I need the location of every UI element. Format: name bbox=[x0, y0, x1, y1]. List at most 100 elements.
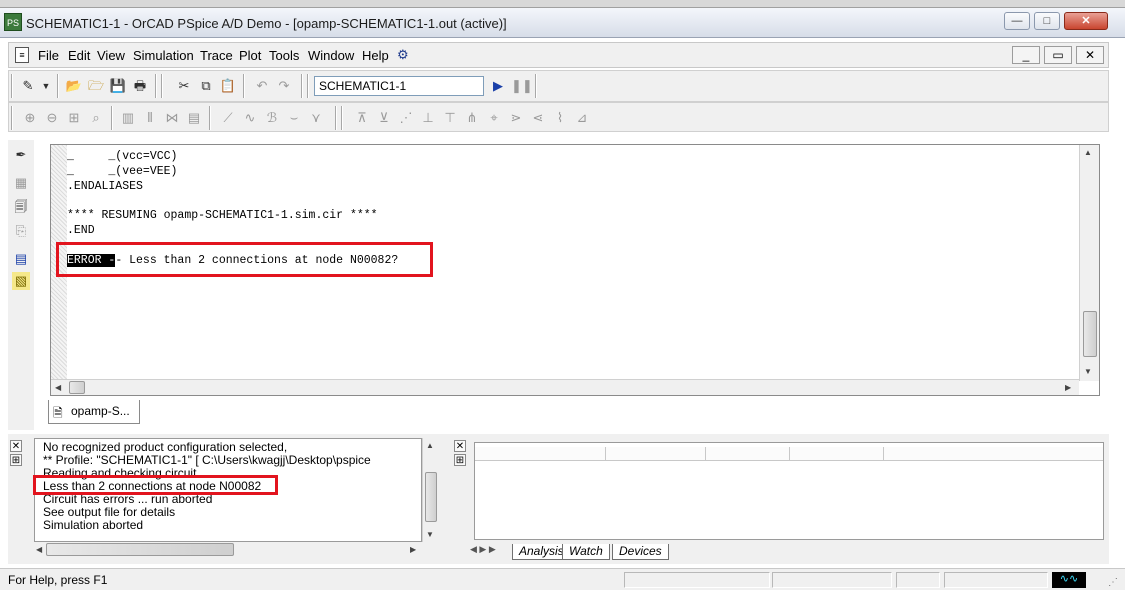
add-text-label-icon[interactable]: ℬ bbox=[263, 109, 281, 127]
maximize-button[interactable]: □ bbox=[1034, 12, 1060, 30]
menu-edit[interactable]: Edit bbox=[68, 48, 90, 63]
cursor-trough-icon[interactable]: ⊻ bbox=[375, 109, 393, 127]
grid-column-divider[interactable] bbox=[883, 447, 884, 461]
log-y-axis-icon[interactable]: ▤ bbox=[185, 109, 203, 127]
document-icon: 🗎 bbox=[53, 406, 63, 420]
error-highlight-box bbox=[33, 475, 278, 495]
performance-analysis-icon[interactable]: ⋈ bbox=[163, 109, 181, 127]
menu-window[interactable]: Window bbox=[308, 48, 354, 63]
tab-scroll-arrows[interactable]: ◀ ▶ ▶ bbox=[470, 544, 510, 560]
horizontal-scroll-thumb[interactable] bbox=[46, 543, 234, 556]
output-vertical-scrollbar[interactable]: ▲ ▼ bbox=[1079, 145, 1099, 381]
menu-tools[interactable]: Tools bbox=[269, 48, 299, 63]
mark-data-points-icon[interactable]: ⌇ bbox=[551, 109, 569, 127]
output-horizontal-scrollbar[interactable]: ◀ ▶ bbox=[51, 379, 1079, 395]
toolbar-grip[interactable] bbox=[11, 106, 13, 130]
zoom-fit-icon[interactable]: ⌕ bbox=[87, 109, 105, 127]
status-cell bbox=[772, 572, 892, 588]
toolbar-grip[interactable] bbox=[161, 74, 163, 98]
tab-opamp-output[interactable]: 🗎 opamp-S... bbox=[48, 400, 140, 424]
cursor-max-icon[interactable]: ⊤ bbox=[441, 109, 459, 127]
mdi-minimize-button[interactable]: _ bbox=[1012, 46, 1040, 64]
resize-grip-icon[interactable]: ⋰ bbox=[1108, 577, 1118, 588]
pspice-app-icon[interactable]: PS bbox=[4, 13, 22, 31]
label-point-icon[interactable]: ⊿ bbox=[573, 109, 591, 127]
mdi-restore-button[interactable]: ▭ bbox=[1044, 46, 1072, 64]
scroll-up-arrow-icon[interactable]: ▲ bbox=[1084, 148, 1092, 157]
tab-devices[interactable]: Devices bbox=[612, 544, 669, 560]
close-pane-icon[interactable]: ✕ bbox=[454, 440, 466, 452]
simulation-settings-icon[interactable]: ▦ bbox=[12, 174, 30, 192]
mark-label-icon[interactable]: ⌣ bbox=[285, 109, 303, 127]
toolbar-grip[interactable] bbox=[341, 106, 343, 130]
cursor-min-icon[interactable]: ⊥ bbox=[419, 109, 437, 127]
redo-icon[interactable]: ↷ bbox=[275, 77, 293, 95]
cursor-slope-icon[interactable]: ⋰ bbox=[397, 109, 415, 127]
log-x-axis-icon[interactable]: ▥ bbox=[119, 109, 137, 127]
menu-help[interactable]: Help bbox=[362, 48, 389, 63]
new-icon[interactable]: ✎ bbox=[19, 77, 37, 95]
mdi-close-button[interactable]: ✕ bbox=[1076, 46, 1104, 64]
new-dropdown-chevron-icon[interactable]: ▼ bbox=[37, 77, 55, 95]
cursor-previous-transition-icon[interactable]: ⋖ bbox=[529, 109, 547, 127]
menu-file[interactable]: File bbox=[38, 48, 59, 63]
cursor-peak-icon[interactable]: ⊼ bbox=[353, 109, 371, 127]
toolbar-grip[interactable] bbox=[307, 74, 309, 98]
copy-doc-icon[interactable]: ⎘ bbox=[12, 222, 30, 240]
scroll-down-arrow-icon[interactable]: ▼ bbox=[1084, 367, 1092, 376]
simulation-profile-select[interactable]: SCHEMATIC1-1 bbox=[314, 76, 484, 96]
scroll-left-arrow-icon[interactable]: ◀ bbox=[36, 545, 42, 554]
minimize-button[interactable]: — bbox=[1004, 12, 1030, 30]
open-icon[interactable]: 📂 bbox=[65, 77, 83, 95]
eval-goal-function-icon[interactable]: ∿ bbox=[241, 109, 259, 127]
toolbar-grip[interactable] bbox=[11, 74, 13, 98]
scroll-right-arrow-icon[interactable]: ▶ bbox=[410, 545, 416, 554]
zoom-area-icon[interactable]: ⊞ bbox=[65, 109, 83, 127]
scroll-down-arrow-icon[interactable]: ▼ bbox=[426, 530, 434, 539]
pane-menu-icon[interactable]: ⊞ bbox=[454, 454, 466, 466]
grid-column-divider[interactable] bbox=[705, 447, 706, 461]
toggle-cursor-icon[interactable]: ⋎ bbox=[307, 109, 325, 127]
simulation-message-icon[interactable]: ▧ bbox=[12, 272, 30, 290]
log-horizontal-scrollbar[interactable]: ◀ ▶ bbox=[34, 542, 422, 558]
zoom-in-icon[interactable]: ⊕ bbox=[21, 109, 39, 127]
menu-plot[interactable]: Plot bbox=[239, 48, 261, 63]
vertical-scroll-thumb[interactable] bbox=[1083, 311, 1097, 357]
cursor-next-transition-icon[interactable]: ⋗ bbox=[507, 109, 525, 127]
scroll-right-arrow-icon[interactable]: ▶ bbox=[1065, 383, 1071, 392]
grid-column-divider[interactable] bbox=[605, 447, 606, 461]
cut-icon[interactable]: ✂ bbox=[175, 77, 193, 95]
undo-icon[interactable]: ↶ bbox=[253, 77, 271, 95]
scroll-left-arrow-icon[interactable]: ◀ bbox=[55, 383, 61, 392]
scroll-up-arrow-icon[interactable]: ▲ bbox=[426, 441, 434, 450]
cursor-point-icon[interactable]: ⋔ bbox=[463, 109, 481, 127]
open-recent-icon[interactable]: 🗁 bbox=[87, 77, 105, 95]
whats-this-help-icon[interactable]: ⚙ bbox=[397, 47, 413, 63]
close-button[interactable]: ✕ bbox=[1064, 12, 1108, 30]
grid-column-divider[interactable] bbox=[789, 447, 790, 461]
menu-simulation[interactable]: Simulation bbox=[133, 48, 194, 63]
save-icon[interactable]: 💾 bbox=[109, 77, 127, 95]
pause-icon[interactable]: ❚❚ bbox=[511, 77, 533, 95]
pane-menu-icon[interactable]: ⊞ bbox=[10, 454, 22, 466]
run-icon[interactable]: ▶ bbox=[489, 77, 507, 95]
close-pane-icon[interactable]: ✕ bbox=[10, 440, 22, 452]
menu-view[interactable]: View bbox=[97, 48, 125, 63]
title-bar[interactable]: PS SCHEMATIC1-1 - OrCAD PSpice A/D Demo … bbox=[0, 8, 1125, 38]
simulation-results-icon[interactable]: ▤ bbox=[12, 250, 30, 268]
document-icon[interactable]: ≡ bbox=[15, 47, 29, 63]
zoom-out-icon[interactable]: ⊖ bbox=[43, 109, 61, 127]
add-trace-icon[interactable]: ⟋ bbox=[219, 109, 237, 127]
copy-icon[interactable]: ⧉ bbox=[197, 77, 215, 95]
probe-marker-icon[interactable]: ✒ bbox=[12, 146, 30, 164]
menu-trace[interactable]: Trace bbox=[200, 48, 233, 63]
cursor-search-icon[interactable]: ⌖ bbox=[485, 109, 503, 127]
print-icon[interactable]: 🖶 bbox=[131, 77, 149, 95]
fourier-icon[interactable]: ⫴ bbox=[141, 109, 159, 127]
view-output-file-icon[interactable]: 🗐 bbox=[12, 198, 30, 216]
vertical-scroll-thumb[interactable] bbox=[425, 472, 437, 522]
tab-watch[interactable]: Watch bbox=[562, 544, 610, 560]
paste-icon[interactable]: 📋 bbox=[219, 77, 237, 95]
horizontal-scroll-thumb[interactable] bbox=[69, 381, 85, 394]
log-vertical-scrollbar[interactable]: ▲ ▼ bbox=[422, 438, 438, 542]
